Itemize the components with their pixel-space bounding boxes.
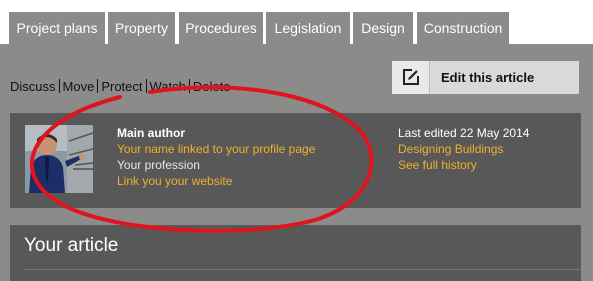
tab-label: Design bbox=[361, 20, 405, 36]
author-website-link[interactable]: Link you your website bbox=[117, 173, 315, 189]
tab-bar: Project plans Property Procedures Legisl… bbox=[0, 0, 593, 44]
edit-icon-box bbox=[392, 61, 430, 94]
move-link[interactable]: Move bbox=[63, 79, 95, 94]
last-edited-text: Last edited 22 May 2014 bbox=[398, 126, 530, 140]
delete-link[interactable]: Delete bbox=[193, 79, 231, 94]
tab-property[interactable]: Property bbox=[108, 12, 175, 44]
tab-label: Project plans bbox=[16, 20, 98, 36]
avatar bbox=[25, 125, 93, 193]
tab-legislation[interactable]: Legislation bbox=[266, 12, 350, 44]
article-actions: Discuss Move Protect Watch Delete bbox=[10, 79, 230, 94]
tab-label: Construction bbox=[423, 20, 503, 36]
author-profession: Your profession bbox=[117, 158, 200, 172]
action-separator bbox=[97, 79, 99, 93]
discuss-link[interactable]: Discuss bbox=[10, 79, 56, 94]
author-info: Main author Your name linked to your pro… bbox=[117, 125, 315, 189]
main-author-heading: Main author bbox=[117, 126, 185, 140]
avatar-photo bbox=[25, 125, 93, 193]
tab-project-plans[interactable]: Project plans bbox=[9, 12, 105, 44]
action-separator bbox=[188, 79, 190, 93]
article-panel: Your article bbox=[10, 225, 581, 281]
editor-link[interactable]: Designing Buildings bbox=[398, 141, 529, 157]
article-title: Your article bbox=[24, 235, 119, 256]
divider bbox=[24, 269, 581, 270]
tab-label: Legislation bbox=[274, 20, 342, 36]
action-separator bbox=[58, 79, 60, 93]
author-panel: Main author Your name linked to your pro… bbox=[10, 113, 581, 208]
tab-label: Property bbox=[115, 20, 168, 36]
tab-construction[interactable]: Construction bbox=[417, 12, 509, 44]
tab-procedures[interactable]: Procedures bbox=[179, 12, 263, 44]
protect-link[interactable]: Protect bbox=[101, 79, 142, 94]
tab-design[interactable]: Design bbox=[353, 12, 413, 44]
edit-info: Last edited 22 May 2014 Designing Buildi… bbox=[398, 125, 529, 173]
edit-article-button[interactable]: Edit this article bbox=[392, 61, 579, 94]
author-profile-link[interactable]: Your name linked to your profile page bbox=[117, 141, 315, 157]
edit-note-icon bbox=[403, 69, 419, 85]
watch-link[interactable]: Watch bbox=[150, 79, 186, 94]
edit-article-label: Edit this article bbox=[441, 70, 535, 85]
tab-label: Procedures bbox=[185, 20, 257, 36]
history-link[interactable]: See full history bbox=[398, 157, 529, 173]
action-separator bbox=[145, 79, 147, 93]
